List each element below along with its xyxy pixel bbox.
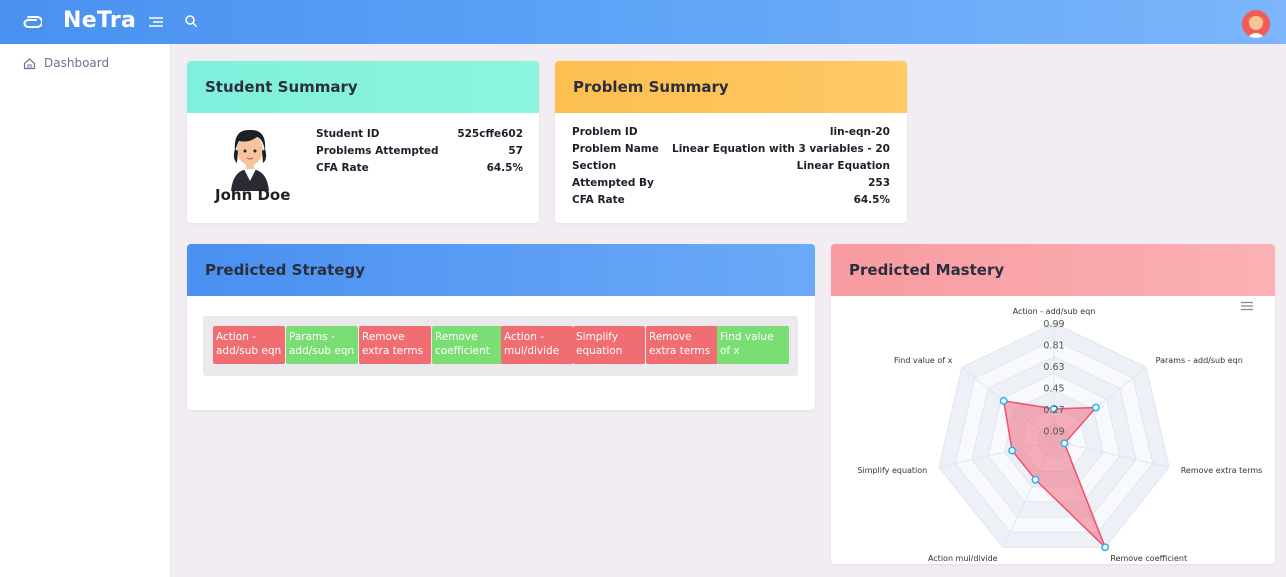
detail-label: Attempted By [572, 176, 654, 189]
detail-label: Problem Name [572, 142, 659, 155]
predicted-mastery-header: Predicted Mastery [831, 244, 1275, 296]
radar-axis-label: Params - add/sub eqn [1156, 356, 1243, 365]
student-name: John Doe [215, 186, 291, 204]
strategy-step[interactable]: Find value of x [717, 326, 789, 364]
radar-point [1101, 543, 1110, 552]
strategy-step[interactable]: Params - add/sub eqn [286, 326, 358, 364]
strategy-step[interactable]: Remove extra terms [359, 326, 431, 364]
predicted-strategy-title: Predicted Strategy [205, 261, 365, 279]
radar-point [1091, 403, 1100, 412]
detail-value: 64.5% [853, 193, 890, 206]
brand-logo-icon [23, 16, 42, 28]
search-icon[interactable] [184, 14, 198, 28]
sidebar-item-dashboard[interactable]: Dashboard [23, 56, 109, 70]
sidebar: Dashboard [0, 44, 171, 577]
radar-tick-label: 0.27 [1043, 405, 1064, 416]
radar-tick-label: 0.99 [1043, 319, 1064, 330]
user-avatar-icon [1242, 10, 1270, 38]
radar-tick-label: 0.81 [1043, 340, 1064, 351]
radar-axis-label: Remove extra terms [1181, 466, 1263, 475]
detail-row: CFA Rate 64.5% [316, 159, 523, 176]
radar-point [1060, 439, 1069, 448]
student-summary-card: Student Summary John Doe Student ID 525c… [187, 61, 539, 223]
problem-summary-title: Problem Summary [573, 78, 729, 96]
predicted-strategy-header: Predicted Strategy [187, 244, 815, 296]
problem-summary-card: Problem Summary Problem ID lin-eqn-20 Pr… [555, 61, 907, 223]
radar-axis-label: Action mul/divide [928, 554, 998, 563]
radar-axis-label: Simplify equation [857, 466, 927, 475]
detail-label: Student ID [316, 127, 380, 140]
detail-value: 64.5% [486, 161, 523, 174]
detail-label: Problems Attempted [316, 144, 439, 157]
strategy-step[interactable]: Action - add/sub eqn [213, 326, 285, 364]
strategy-step[interactable]: Remove extra terms [646, 326, 718, 364]
detail-row: Section Linear Equation [572, 157, 890, 174]
student-avatar-icon [231, 129, 269, 191]
radar-axis-label: Remove coefficient [1110, 554, 1187, 563]
student-summary-title: Student Summary [205, 78, 358, 96]
radar-point [1008, 446, 1017, 455]
predicted-mastery-card: Predicted Mastery 0.99 0.81 0.63 0.45 0.27 0.… [831, 244, 1275, 564]
detail-label: Section [572, 159, 617, 172]
radar-tick-label: 0.09 [1043, 426, 1064, 437]
detail-row: Attempted By 253 [572, 174, 890, 191]
top-navbar: NeTra [0, 0, 1286, 44]
predicted-mastery-title: Predicted Mastery [849, 261, 1005, 279]
predicted-strategy-card: Predicted Strategy Action - add/sub eqn … [187, 244, 815, 410]
strategy-steps: Action - add/sub eqn Params - add/sub eq… [203, 316, 798, 376]
detail-row: Problems Attempted 57 [316, 142, 523, 159]
strategy-step[interactable]: Simplify equation [573, 326, 645, 364]
strategy-step[interactable]: Action - mul/divide [501, 326, 573, 364]
radar-tick-label: 0.63 [1043, 362, 1064, 373]
radar-tick-label: 0.45 [1043, 383, 1064, 394]
detail-value: Linear Equation [796, 159, 890, 172]
user-avatar[interactable] [1242, 10, 1270, 38]
detail-label: CFA Rate [572, 193, 625, 206]
detail-row: CFA Rate 64.5% [572, 191, 890, 208]
brand-name[interactable]: NeTra [63, 8, 136, 33]
sidebar-item-label: Dashboard [44, 56, 110, 70]
detail-label: CFA Rate [316, 161, 369, 174]
problem-details: Problem ID lin-eqn-20 Problem Name Linea… [572, 123, 890, 208]
problem-summary-header: Problem Summary [555, 61, 907, 113]
strategy-step[interactable]: Remove coefficient [432, 326, 504, 364]
detail-value: lin-eqn-20 [829, 125, 890, 138]
detail-row: Problem Name Linear Equation with 3 vari… [572, 140, 890, 157]
detail-value: 253 [868, 176, 890, 189]
menu-toggle-icon[interactable] [148, 14, 164, 30]
detail-value: 57 [508, 144, 523, 157]
radar-axis-label: Find value of x [894, 356, 953, 365]
detail-label: Problem ID [572, 125, 638, 138]
student-summary-header: Student Summary [187, 61, 539, 113]
radar-axis-label: Action - add/sub eqn [1013, 307, 1096, 316]
radar-point [1031, 475, 1040, 484]
mastery-radar-chart: 0.99 0.81 0.63 0.45 0.27 0.09 Action - add/sub… [857, 307, 1263, 563]
home-icon [23, 57, 36, 69]
radar-point [999, 396, 1008, 405]
detail-row: Student ID 525cffe602 [316, 125, 523, 142]
detail-value: 525cffe602 [457, 127, 523, 140]
detail-row: Problem ID lin-eqn-20 [572, 123, 890, 140]
student-details: Student ID 525cffe602 Problems Attempted… [316, 125, 523, 176]
detail-value: Linear Equation with 3 variables - 20 [672, 142, 890, 155]
